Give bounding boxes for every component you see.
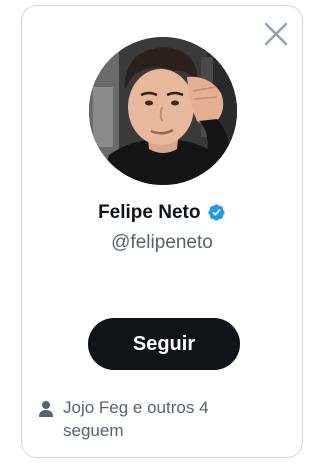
username-handle[interactable]: @felipeneto — [22, 232, 302, 254]
profile-card: Felipe Neto @felipeneto Seguir Jojo Feg … — [21, 5, 303, 458]
name-row: Felipe Neto — [22, 202, 302, 224]
followed-by-text: Jojo Feg e outros 4 seguem — [63, 398, 209, 440]
close-button[interactable] — [263, 21, 289, 47]
verified-badge-icon — [208, 203, 225, 221]
close-icon — [264, 22, 288, 46]
follow-button[interactable]: Seguir — [88, 318, 240, 370]
person-icon — [39, 401, 53, 417]
display-name[interactable]: Felipe Neto — [98, 202, 200, 223]
avatar-photo — [89, 37, 237, 185]
avatar[interactable] — [89, 37, 237, 185]
